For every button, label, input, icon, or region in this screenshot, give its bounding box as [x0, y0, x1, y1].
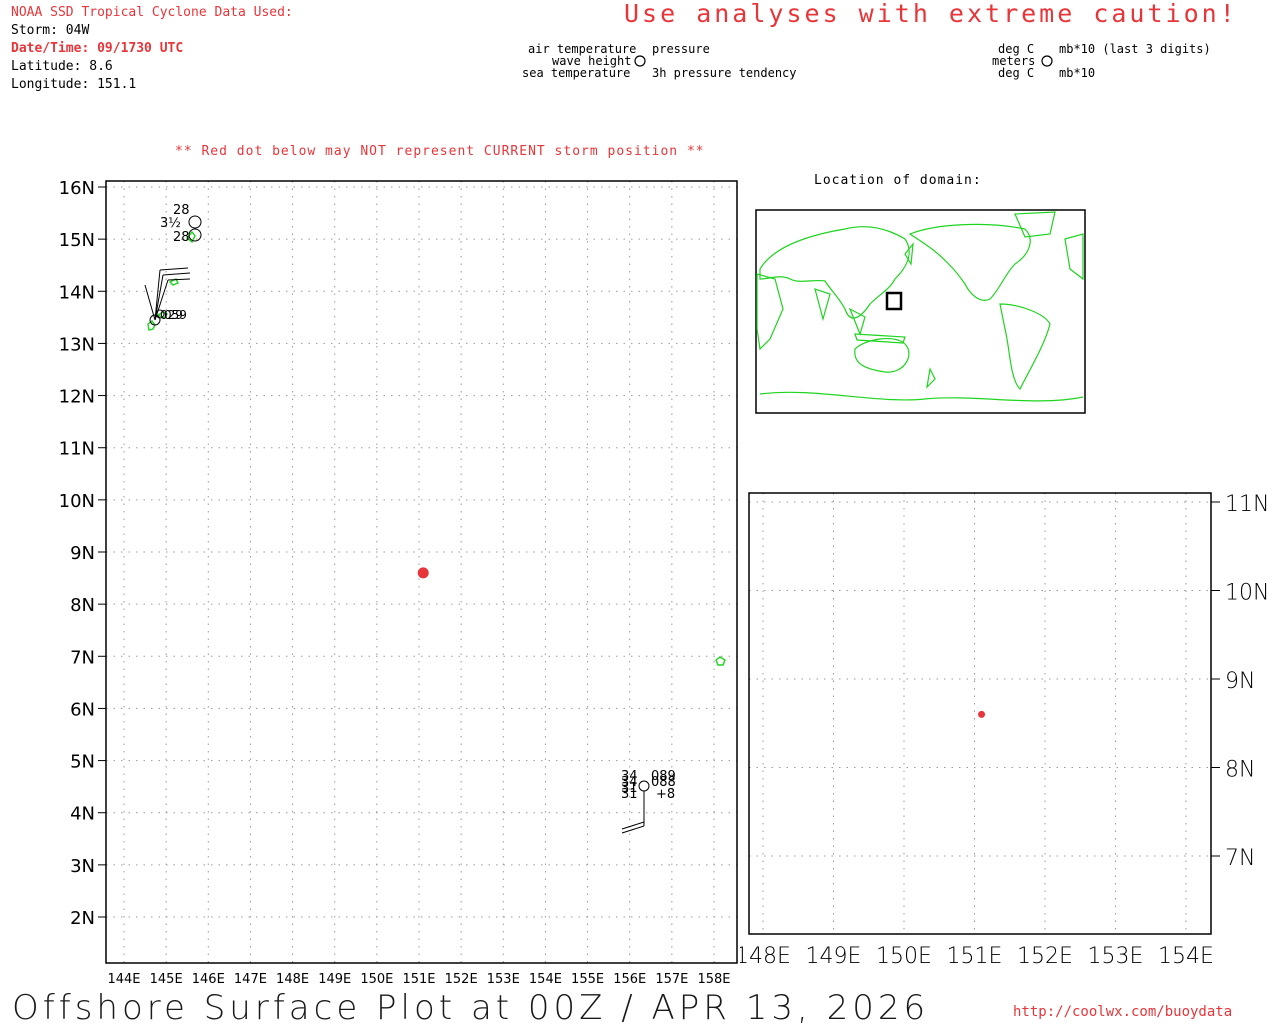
zoom-storm-position-marker	[978, 710, 986, 718]
station-wave-height: 3½	[160, 216, 181, 231]
lon-tick-label: 145E	[150, 972, 183, 987]
wind-barb	[162, 272, 191, 276]
main-map-lon-labels: 144E 145E 146E 147E 148E 149E 150E 151E 152E 153E…	[107, 972, 730, 987]
lat-tick-label: 7N	[70, 647, 95, 668]
lon-tick-label: 149E	[806, 944, 862, 969]
lat-tick-label: 11N	[1225, 492, 1269, 517]
wind-barb	[621, 825, 645, 834]
lon-tick-label: 148E	[740, 944, 791, 969]
lat-tick-label: 10N	[1225, 581, 1269, 606]
lon-tick-label: 146E	[192, 972, 225, 987]
lon-tick-label: 153E	[1088, 944, 1144, 969]
date-time: Date/Time: 09/1730 UTC	[11, 41, 184, 56]
legend-mb-last3: mb*10 (last 3 digits)	[1059, 42, 1211, 56]
zoom-map-lon-labels: 148E 149E 150E 151E 152E 153E 154E	[740, 944, 1214, 969]
wind-barb	[621, 821, 645, 830]
world-inset-map	[755, 209, 1086, 414]
lon-tick-label: 158E	[697, 972, 730, 987]
main-map-grid	[98, 181, 737, 963]
lon-tick-label: 155E	[571, 972, 604, 987]
legend-pressure: pressure	[652, 42, 710, 56]
lat-tick-label: 9N	[70, 543, 95, 564]
lat-tick-label: 15N	[59, 230, 95, 251]
lat-tick-label: 16N	[59, 178, 95, 199]
legend-sea-temperature: sea temperature	[522, 66, 631, 80]
lat-tick-label: 14N	[59, 282, 95, 303]
lon-tick-label: 150E	[360, 972, 393, 987]
lon-tick-label: 152E	[445, 972, 478, 987]
lat-tick-label: 5N	[70, 752, 95, 773]
lon-tick-label: 149E	[318, 972, 351, 987]
lat-tick-label: 13N	[59, 334, 95, 355]
legend-mb: mb*10	[1059, 66, 1096, 80]
lat-tick-label: 11N	[59, 439, 95, 460]
zoom-map-lat-labels: 7N 8N 9N 10N 11N	[1225, 492, 1269, 871]
data-source-label: NOAA SSD Tropical Cyclone Data Used:	[11, 5, 293, 20]
station-circle-icon	[638, 780, 650, 792]
latitude-readout: Latitude: 8.6	[11, 59, 113, 74]
wind-barb	[167, 278, 191, 281]
location-inset-label: Location of domain:	[814, 173, 982, 188]
lat-tick-label: 9N	[1225, 669, 1255, 694]
station-sea-temp: 31	[621, 787, 638, 802]
source-url: http://coolwx.com/buoydata	[1013, 1004, 1233, 1020]
lat-tick-label: 10N	[59, 491, 95, 512]
lon-tick-label: 144E	[107, 972, 140, 987]
lon-tick-label: 151E	[947, 944, 1003, 969]
station-pressure-tendency: +8	[656, 787, 675, 802]
station-circle-icon	[188, 215, 202, 229]
lon-tick-label: 147E	[234, 972, 267, 987]
lon-tick-label: 152E	[1017, 944, 1073, 969]
station-pressure: 059	[164, 308, 187, 322]
red-dot-warning: ** Red dot below may NOT represent CURRE…	[175, 144, 705, 159]
lon-tick-label: 154E	[529, 972, 562, 987]
zoom-map: 7N 8N 9N 10N 11N 148E 149E 150E 151E 152E 153E 154…	[740, 492, 1269, 969]
plot-title: Offshore Surface Plot at 00Z / APR 13, 2…	[12, 988, 930, 1028]
station-sea-temp: 28	[173, 230, 190, 245]
legend-pressure-tendency: 3h pressure tendency	[652, 66, 797, 80]
lat-tick-label: 8N	[70, 595, 95, 616]
lat-tick-label: 8N	[1225, 758, 1255, 783]
main-map: 2N 3N 4N 5N 6N 7N 8N 9N 10N 11N 12N 13N 14N 15N 16N 14…	[59, 178, 738, 987]
legend-station-circle-icon	[634, 55, 646, 67]
wind-barb	[159, 267, 189, 271]
land-outlines	[147, 230, 726, 666]
lon-tick-label: 153E	[487, 972, 520, 987]
lat-tick-label: 4N	[70, 804, 95, 825]
main-map-lat-labels: 2N 3N 4N 5N 6N 7N 8N 9N 10N 11N 12N 13N 14N 15N 16N	[59, 178, 95, 929]
lon-tick-label: 150E	[876, 944, 932, 969]
lat-tick-label: 12N	[59, 387, 95, 408]
storm-position-marker	[417, 567, 429, 579]
lat-tick-label: 7N	[1225, 846, 1255, 871]
lon-tick-label: 151E	[402, 972, 435, 987]
lon-tick-label: 157E	[655, 972, 688, 987]
caution-banner: Use analyses with extreme caution!	[624, 0, 1238, 28]
lon-tick-label: 148E	[276, 972, 309, 987]
guam-outline	[147, 320, 156, 331]
longitude-readout: Longitude: 151.1	[11, 77, 137, 92]
legend-deg-c-bottom: deg C	[998, 66, 1035, 80]
pohnpei-outline	[715, 656, 726, 666]
lat-tick-label: 2N	[70, 908, 95, 929]
lon-tick-label: 154E	[1158, 944, 1214, 969]
legend-units-circle-icon	[1041, 55, 1053, 67]
lat-tick-label: 6N	[70, 699, 95, 720]
lat-tick-label: 3N	[70, 856, 95, 877]
lon-tick-label: 156E	[613, 972, 646, 987]
storm-id: Storm: 04W	[11, 23, 90, 38]
